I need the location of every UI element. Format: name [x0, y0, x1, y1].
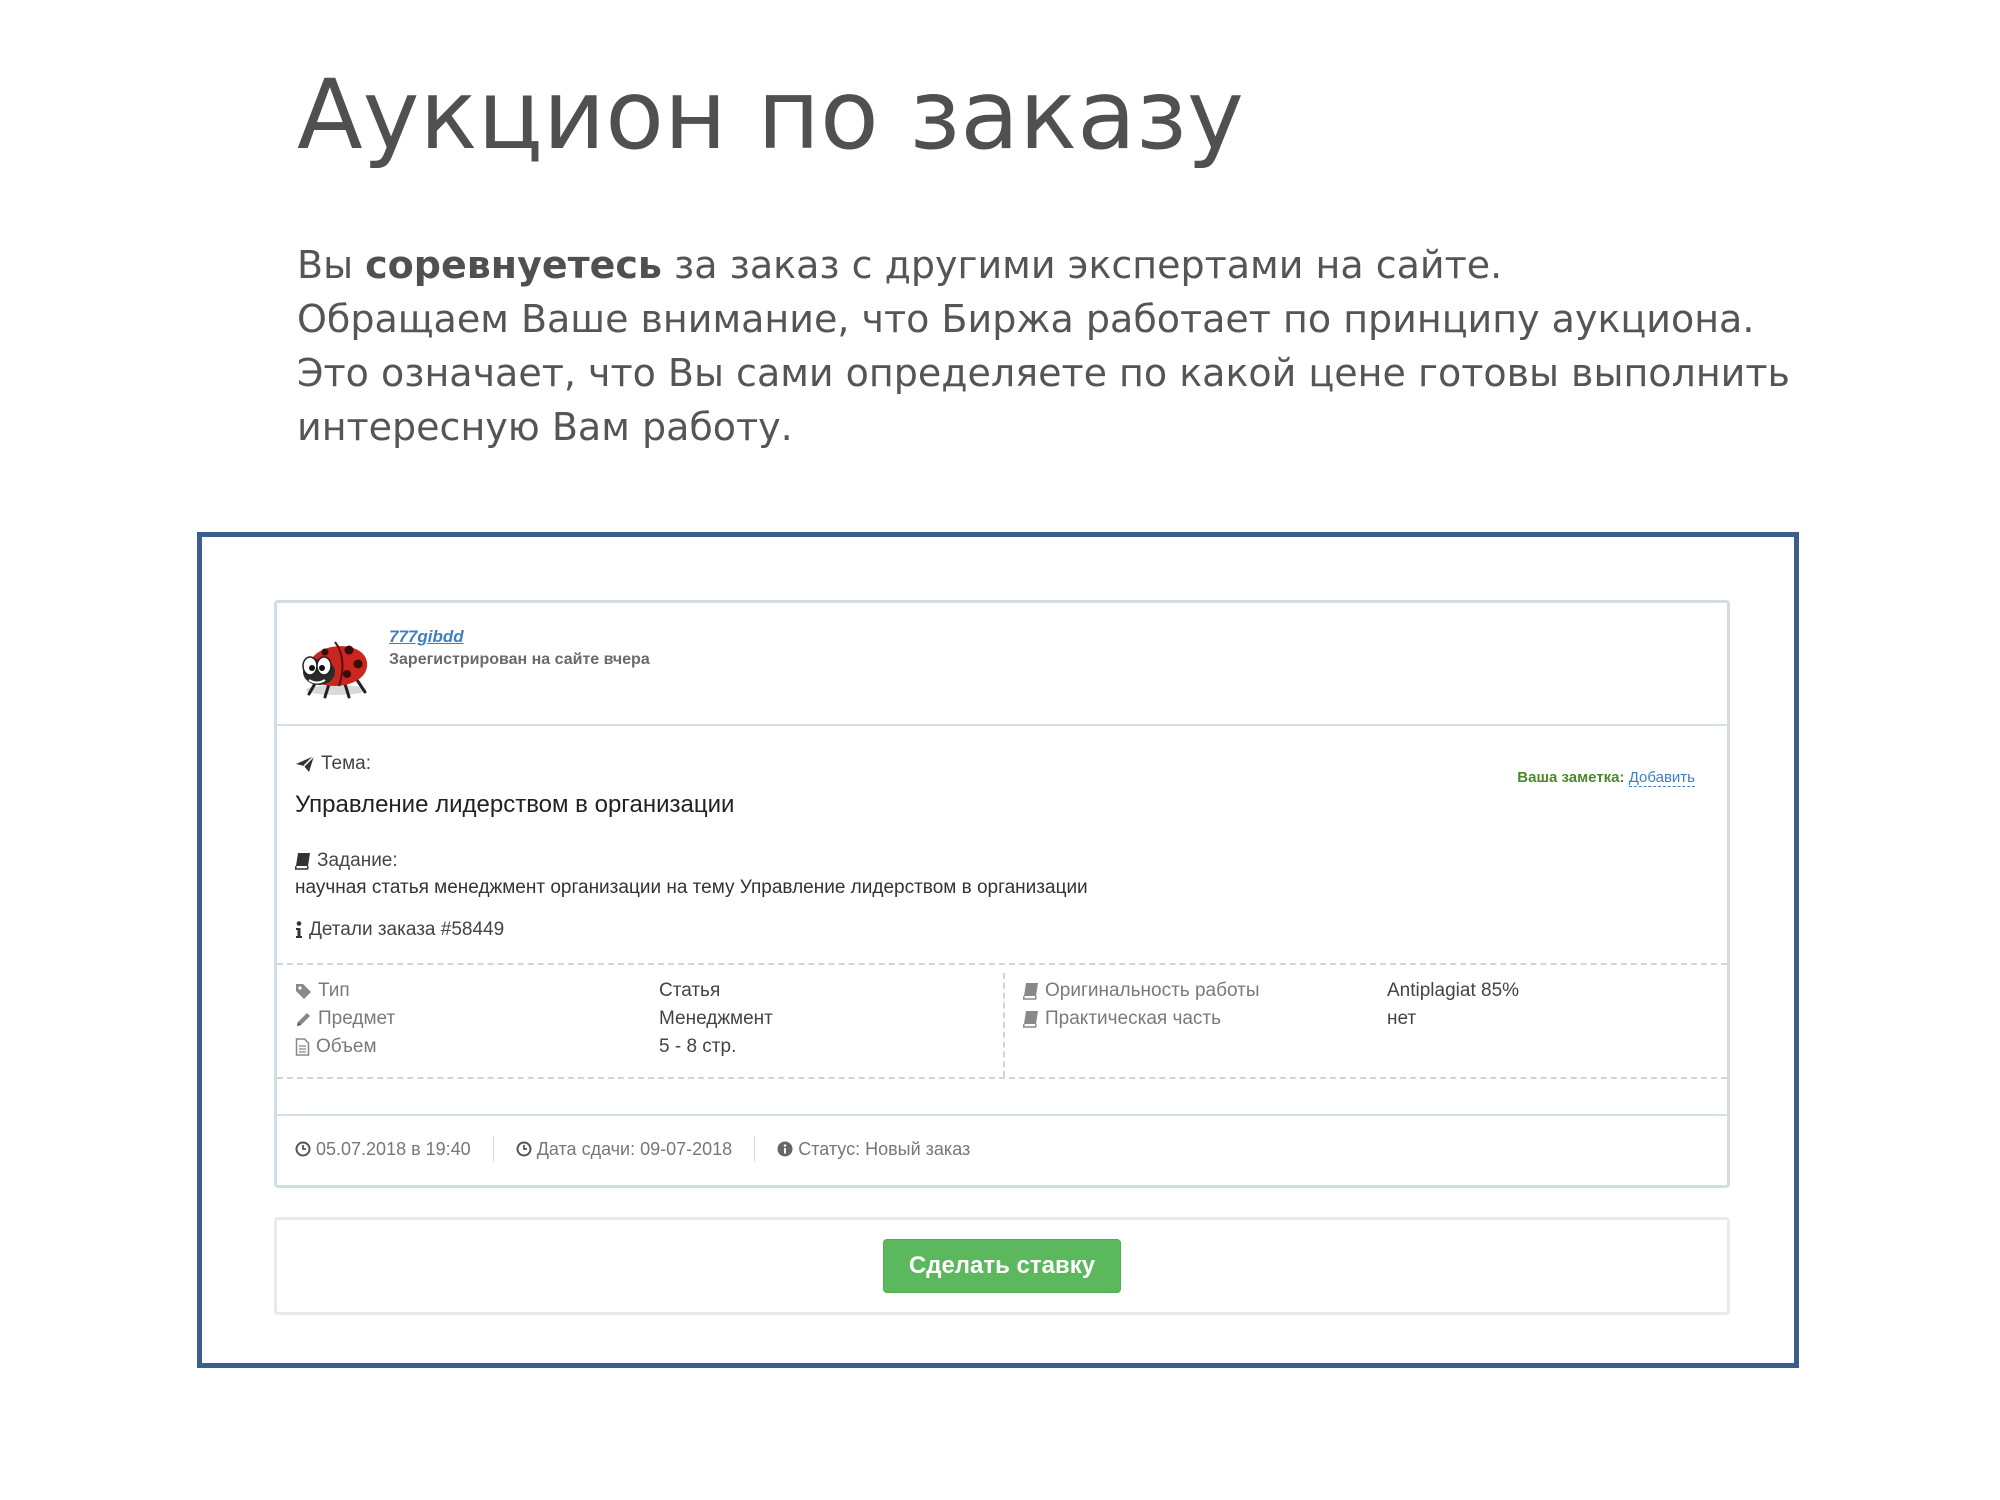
- property-value: Менеджмент: [659, 1008, 773, 1029]
- description-text: Вы: [297, 243, 366, 287]
- task-label: Задание:: [295, 850, 398, 872]
- order-details-text: Детали заказа #58449: [309, 919, 505, 940]
- footer-separator: [492, 1136, 494, 1162]
- registration-info: Зарегистрирован на сайте вчера: [389, 651, 650, 668]
- footer-divider: [277, 1114, 1727, 1116]
- property-name: Практическая часть: [1023, 1008, 1387, 1030]
- created-date: 05.07.2018 в 19:40: [295, 1139, 471, 1160]
- property-value: Статья: [659, 980, 721, 1001]
- property-name: Объем: [295, 1036, 659, 1058]
- clock-icon: [295, 1141, 311, 1157]
- properties-divider: [1003, 973, 1005, 1077]
- deadline-text: Дата сдачи: 09-07-2018: [536, 1138, 733, 1159]
- username-link[interactable]: 777gibdd: [389, 627, 464, 647]
- property-name-text: Предмет: [318, 1008, 396, 1029]
- property-value: нет: [1387, 1008, 1417, 1029]
- description-line-4: интересную Вам работу.: [297, 405, 793, 449]
- bid-panel: Сделать ставку: [274, 1217, 1730, 1315]
- book-icon: [1023, 1011, 1038, 1028]
- description-bold-text: соревнуетесь: [365, 243, 662, 287]
- property-name: Оригинальность работы: [1023, 980, 1387, 1002]
- book-icon: [295, 853, 310, 870]
- property-value: Antiplagiat 85%: [1387, 980, 1520, 1001]
- slide-title: Аукцион по заказу: [297, 59, 1244, 171]
- slide-description: Вы соревнуетесь за заказ с другими экспе…: [297, 238, 1857, 454]
- note-label: Ваша заметка:: [1517, 769, 1625, 786]
- clock-icon: [516, 1141, 532, 1157]
- order-status-text: Статус: Новый заказ: [798, 1138, 971, 1159]
- property-name-text: Тип: [318, 980, 350, 1001]
- deadline-date: Дата сдачи: 09-07-2018: [516, 1138, 733, 1160]
- description-line-1: Вы соревнуетесь за заказ с другими экспе…: [297, 238, 1857, 292]
- property-value: 5 - 8 стр.: [659, 1036, 737, 1057]
- file-icon: [295, 1038, 310, 1056]
- description-line-2: Обращаем Ваше внимание, что Биржа работа…: [297, 297, 1755, 341]
- pencil-icon: [297, 1012, 310, 1026]
- description-line-3: Это означает, что Вы сами определяете по…: [297, 351, 1790, 395]
- property-name: Предмет: [295, 1008, 659, 1030]
- order-task: научная статья менеджмент организации на…: [295, 877, 1088, 898]
- properties-left: Тип Статья Предмет Менеджмент Объем 5 - …: [295, 977, 773, 1061]
- description-text: за заказ с другими экспертами на сайте.: [661, 243, 1503, 287]
- card-header: 777gibdd Зарегистрирован на сайте вчера: [277, 603, 1727, 726]
- created-date-text: 05.07.2018 в 19:40: [316, 1138, 471, 1159]
- book-icon: [1023, 983, 1038, 1000]
- ladybug-avatar-icon: [302, 641, 368, 699]
- property-name-text: Оригинальность работы: [1045, 980, 1260, 1001]
- order-properties: Тип Статья Предмет Менеджмент Объем 5 - …: [277, 963, 1727, 1079]
- property-name-text: Объем: [316, 1036, 377, 1057]
- topic-label-text: Тема:: [321, 753, 372, 774]
- properties-right: Оригинальность работы Antiplagiat 85% Пр…: [1023, 977, 1519, 1033]
- info-icon: [296, 921, 302, 938]
- paper-plane-icon: [296, 755, 315, 772]
- order-footer: 05.07.2018 в 19:40 Дата сдачи: 09-07-201…: [295, 1136, 970, 1162]
- property-row: Оригинальность работы Antiplagiat 85%: [1023, 977, 1519, 1005]
- order-topic: Управление лидерством в организации: [295, 791, 735, 818]
- footer-separator: [754, 1136, 756, 1162]
- property-name: Тип: [295, 980, 659, 1002]
- property-row: Объем 5 - 8 стр.: [295, 1033, 773, 1061]
- order-status: Статус: Новый заказ: [777, 1139, 970, 1160]
- task-label-text: Задание:: [317, 850, 398, 871]
- property-row: Практическая часть нет: [1023, 1005, 1519, 1033]
- property-row: Тип Статья: [295, 977, 773, 1005]
- property-row: Предмет Менеджмент: [295, 1005, 773, 1033]
- property-name-text: Практическая часть: [1045, 1008, 1222, 1029]
- order-details-link[interactable]: Детали заказа #58449: [295, 919, 504, 941]
- tag-icon: [296, 983, 311, 999]
- topic-label: Тема:: [295, 753, 371, 775]
- note: Ваша заметка: Добавить: [1517, 769, 1695, 787]
- add-note-link[interactable]: Добавить: [1628, 769, 1695, 787]
- order-card: 777gibdd Зарегистрирован на сайте вчера …: [274, 600, 1730, 1188]
- screenshot-frame: 777gibdd Зарегистрирован на сайте вчера …: [197, 532, 1799, 1368]
- place-bid-button[interactable]: Сделать ставку: [883, 1239, 1121, 1293]
- info-circle-icon: [777, 1141, 793, 1157]
